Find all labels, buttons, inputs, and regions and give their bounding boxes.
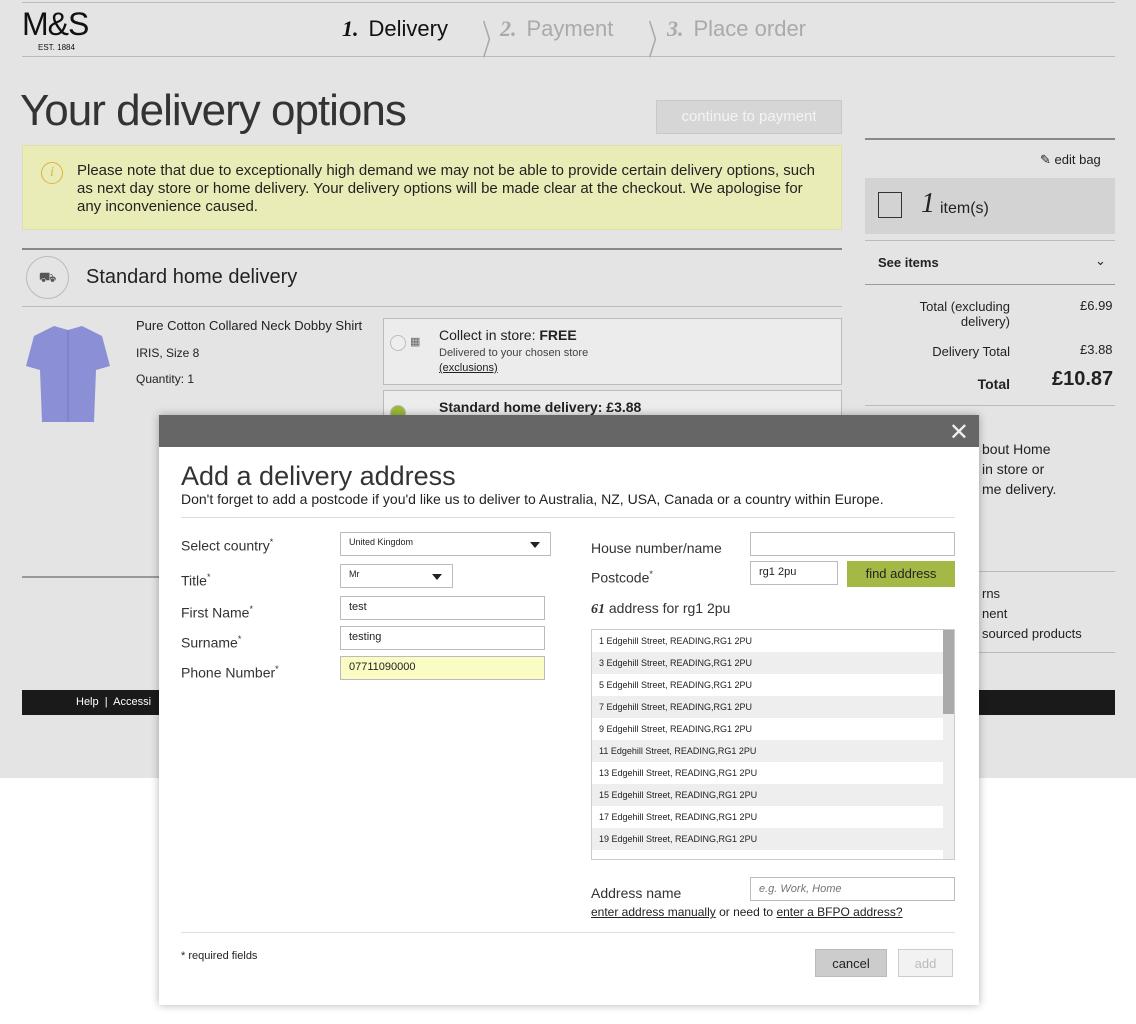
product-image — [26, 326, 110, 422]
add-button[interactable]: add — [898, 949, 953, 977]
continue-to-payment-button[interactable]: continue to payment — [656, 100, 842, 134]
first-name-input[interactable]: test — [340, 596, 545, 620]
step-payment: 2. Payment — [500, 16, 614, 41]
product-variant: IRIS, Size 8 — [136, 346, 200, 360]
order-total: £10.87 — [1052, 368, 1114, 390]
bfpo-link[interactable]: enter a BFPO address? — [776, 905, 902, 919]
bag-summary: 1 item(s) — [865, 178, 1115, 234]
page-title: Your delivery options — [20, 86, 407, 135]
address-option[interactable]: 13 Edgehill Street, READING,RG1 2PU — [592, 762, 954, 784]
surname-input[interactable]: testing — [340, 626, 545, 650]
find-address-button[interactable]: find address — [847, 561, 955, 587]
postcode-input[interactable]: rg1 2pu — [750, 561, 838, 585]
ms-logo[interactable]: M&S — [22, 6, 89, 43]
truck-icon: ⛟ — [26, 256, 69, 299]
logo-est: EST. 1884 — [38, 43, 75, 52]
radio-collect[interactable] — [390, 335, 406, 351]
notice-banner: i Please note that due to exceptionally h… — [22, 145, 842, 230]
country-select[interactable]: United Kingdom — [340, 532, 551, 556]
address-option[interactable]: 3 Edgehill Street, READING,RG1 2PU — [592, 652, 954, 674]
cancel-button[interactable]: cancel — [815, 949, 887, 977]
enter-manually-link[interactable]: enter address manually — [591, 905, 716, 919]
product-name[interactable]: Pure Cotton Collared Neck Dobby Shirt — [136, 318, 362, 333]
address-option[interactable]: 19 Edgehill Street, READING,RG1 2PU — [592, 828, 954, 850]
address-option[interactable]: 15 Edgehill Street, READING,RG1 2PU — [592, 784, 954, 806]
add-address-dialog: ✕ Add a delivery address Don't forget to… — [159, 415, 979, 1005]
section-title: Standard home delivery — [86, 266, 298, 288]
address-option[interactable]: 1 Edgehill Street, READING,RG1 2PU — [592, 630, 954, 652]
exclusions-link[interactable]: (exclusions) — [439, 362, 498, 374]
address-option[interactable]: 17 Edgehill Street, READING,RG1 2PU — [592, 806, 954, 828]
info-icon: i — [41, 162, 63, 184]
close-icon[interactable]: ✕ — [949, 418, 969, 447]
address-option[interactable]: 11 Edgehill Street, READING,RG1 2PU — [592, 740, 954, 762]
address-list-scrollbar[interactable] — [943, 630, 954, 859]
step-place-order: 3. Place order — [667, 16, 807, 41]
address-option[interactable]: 7 Edgehill Street, READING,RG1 2PU — [592, 696, 954, 718]
dialog-titlebar: ✕ — [159, 415, 979, 447]
see-items-toggle[interactable]: See items — [878, 255, 939, 270]
phone-input[interactable]: 07711090000 — [340, 656, 545, 680]
title-select[interactable]: Mr — [340, 564, 453, 588]
store-icon: ▦ — [410, 336, 421, 348]
chevron-down-icon[interactable]: ⌄ — [1095, 253, 1106, 269]
dialog-title: Add a delivery address — [181, 461, 456, 491]
product-quantity: Quantity: 1 — [136, 372, 195, 386]
house-input[interactable] — [750, 532, 955, 556]
bag-icon — [878, 192, 902, 218]
address-name-input[interactable] — [750, 877, 955, 901]
edit-bag-link[interactable]: ✎ edit bag — [1040, 152, 1101, 168]
option-collect-in-store[interactable]: ▦ Collect in store: FREE Delivered to yo… — [383, 318, 842, 385]
step-delivery: 1. Delivery — [342, 16, 448, 41]
address-option[interactable]: 5 Edgehill Street, READING,RG1 2PU — [592, 674, 954, 696]
address-list[interactable]: 1 Edgehill Street, READING,RG1 2PU 3 Edge… — [591, 629, 955, 860]
address-option[interactable]: 9 Edgehill Street, READING,RG1 2PU — [592, 718, 954, 740]
